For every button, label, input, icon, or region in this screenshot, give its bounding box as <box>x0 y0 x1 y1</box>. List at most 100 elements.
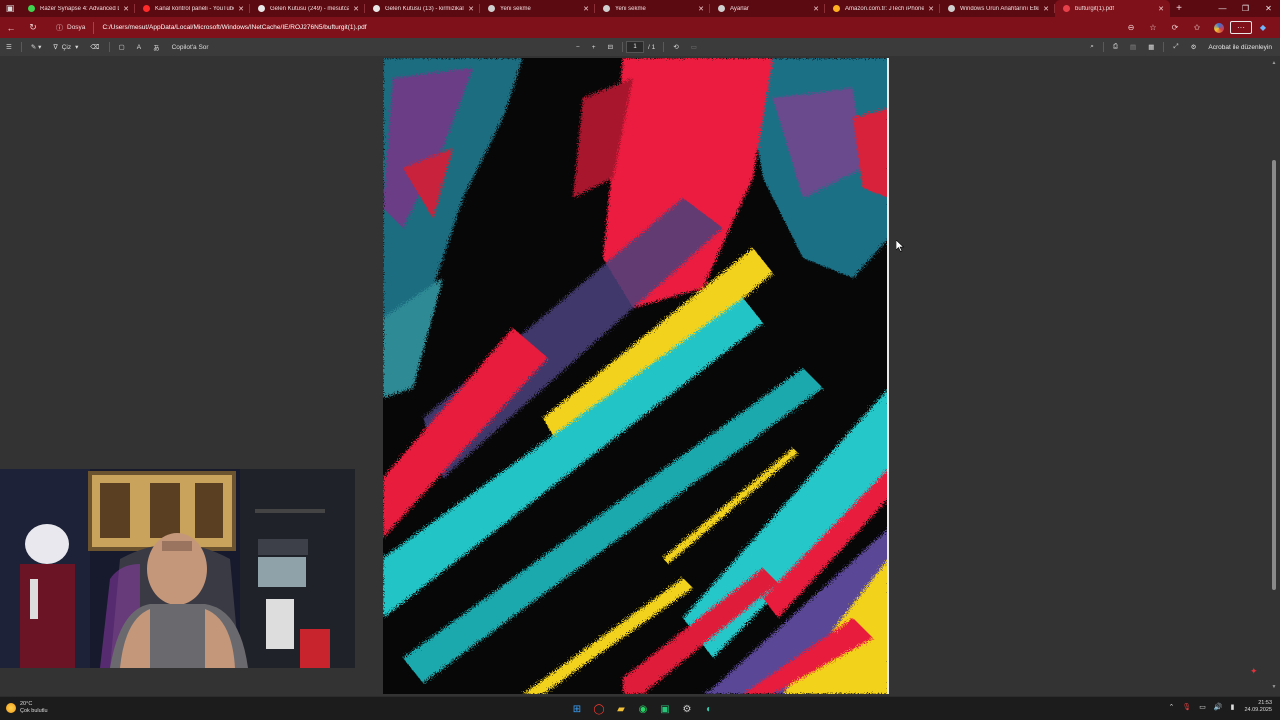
print-icon[interactable]: ⎙ <box>1107 38 1124 56</box>
read-aloud-icon[interactable]: A <box>131 38 147 56</box>
page-number-input[interactable]: 1 <box>626 41 645 53</box>
acrobat-edit-button[interactable]: Acrobat ile düzenleyin <box>1208 44 1272 51</box>
windows-start-icon[interactable]: ⊞ <box>566 701 588 717</box>
browser-tab[interactable]: Yeni sekme ✕ <box>480 0 595 17</box>
browser-tab[interactable]: bufturgit(1).pdf ✕ <box>1055 0 1170 17</box>
rotate-icon[interactable]: ⟲ <box>667 38 684 56</box>
pdf-settings-icon[interactable]: ⚙ <box>1185 38 1203 56</box>
vertical-scrollbar[interactable]: ▲ ▼ <box>1271 60 1277 690</box>
opera-browser-icon[interactable]: ◯ <box>588 701 610 717</box>
browser-tab[interactable]: Gelen Kutusu (13) - kirmizikalat ✕ <box>365 0 480 17</box>
weather-sun-icon <box>6 703 16 713</box>
search-icon[interactable]: ⌕ <box>1084 38 1100 56</box>
url-field[interactable]: ⓘ Dosya C:/Users/mesut/AppData/Local/Mic… <box>48 20 1108 36</box>
fit-page-icon[interactable]: ⊟ <box>602 38 619 56</box>
tab-favicon-icon <box>143 5 150 12</box>
browser-tab[interactable]: Gelen Kutusu (249) - mesutcan ✕ <box>250 0 365 17</box>
browser-tab[interactable]: Razer Synapse 4: Advanced De ✕ <box>20 0 135 17</box>
save-as-icon[interactable]: ▦ <box>1142 38 1160 56</box>
scroll-up-icon[interactable]: ▲ <box>1271 60 1277 66</box>
tab-close-icon[interactable]: ✕ <box>698 5 704 13</box>
tab-title: Windows Ürün Anahtarını Etkin <box>960 5 1040 12</box>
close-window-icon[interactable]: ✕ <box>1257 0 1280 17</box>
clock-time: 21:53 <box>1258 700 1272 706</box>
tab-strip: ▣ Razer Synapse 4: Advanced De ✕ Kanal kon… <box>0 0 1280 17</box>
zoom-in-icon[interactable]: + <box>586 38 602 56</box>
tab-favicon-icon <box>718 5 725 12</box>
xbox-app-icon[interactable]: ▣ <box>654 701 676 717</box>
file-explorer-icon[interactable]: ▰ <box>610 701 632 717</box>
fullscreen-icon[interactable]: ⤢ <box>1167 38 1184 56</box>
edge-browser-icon[interactable]: ◐ <box>698 701 720 717</box>
copilot-ask-button[interactable]: Copilot'a Sor <box>166 38 215 56</box>
network-icon[interactable]: ▭ <box>1199 703 1206 711</box>
tab-title: Gelen Kutusu (13) - kirmizikalat <box>385 5 465 12</box>
settings-gear-icon[interactable]: ⚙ <box>676 701 698 717</box>
scroll-down-icon[interactable]: ▼ <box>1271 684 1277 690</box>
tab-close-icon[interactable]: ✕ <box>583 5 589 13</box>
favorite-star-icon[interactable]: ☆ <box>1142 23 1164 32</box>
adobe-acrobat-icon[interactable]: ✦ <box>1250 666 1262 678</box>
window-controls: — ❐ ✕ <box>1211 0 1280 17</box>
tab-close-icon[interactable]: ✕ <box>238 5 244 13</box>
settings-menu-button[interactable]: ··· <box>1230 21 1252 34</box>
pdf-toolbar: ☰ ✎ ▾ ∇ Çiz ▾ ⌫ ▢ A あ Copilot'a Sor − + ⊟ … <box>0 38 1280 56</box>
browser-tab[interactable]: Ayarlar ✕ <box>710 0 825 17</box>
favorites-icon[interactable]: ✩ <box>1186 23 1208 32</box>
copilot-icon[interactable]: ◆ <box>1252 23 1274 32</box>
sync-icon[interactable]: ⟳ <box>1164 23 1186 32</box>
eraser-icon[interactable]: ⌫ <box>84 38 105 56</box>
save-icon[interactable]: ▤ <box>1124 38 1142 56</box>
url-text[interactable]: C:/Users/mesut/AppData/Local/Microsoft/W… <box>94 24 366 31</box>
mouse-cursor-icon <box>896 240 904 252</box>
zoom-out-icon[interactable]: − <box>570 38 586 56</box>
browser-tab[interactable]: Yeni sekme ✕ <box>595 0 710 17</box>
tab-close-icon[interactable]: ✕ <box>1158 5 1164 13</box>
file-chip[interactable]: ⓘ Dosya <box>48 21 95 34</box>
page-view-icon[interactable]: ▭ <box>685 38 703 56</box>
page-controls: − + ⊟ 1 / 1 ⟲ ▭ <box>570 38 703 56</box>
maximize-icon[interactable]: ❐ <box>1234 0 1257 17</box>
microphone-icon[interactable]: 🎙 <box>1182 703 1191 711</box>
scrollbar-thumb[interactable] <box>1272 160 1276 590</box>
divider <box>622 42 624 52</box>
volume-icon[interactable]: 🔊 <box>1214 703 1223 711</box>
divider <box>1102 42 1104 52</box>
tab-close-icon[interactable]: ✕ <box>353 5 359 13</box>
tray-chevron-up-icon[interactable]: ⌃ <box>1169 703 1175 711</box>
tab-close-icon[interactable]: ✕ <box>1043 5 1049 13</box>
weather-widget[interactable]: 20°C Çok bulutlu <box>6 701 48 715</box>
new-tab-button[interactable]: + <box>1170 3 1188 14</box>
draw-icon: ∇ <box>53 44 58 51</box>
tab-close-icon[interactable]: ✕ <box>813 5 819 13</box>
back-icon[interactable]: ← <box>0 23 22 33</box>
battery-icon[interactable]: ▮ <box>1231 703 1235 711</box>
refresh-icon[interactable]: ↻ <box>22 22 44 33</box>
whatsapp-icon[interactable]: ◉ <box>632 701 654 717</box>
pdf-page <box>383 58 889 694</box>
contents-icon[interactable]: ☰ <box>0 38 18 56</box>
tab-favicon-icon <box>948 5 955 12</box>
tab-actions-icon[interactable]: ▣ <box>0 0 20 17</box>
browser-tab[interactable]: Windows Ürün Anahtarını Etkin ✕ <box>940 0 1055 17</box>
divider <box>1163 42 1165 52</box>
address-bar: ← ↻ ⓘ Dosya C:/Users/mesut/AppData/Local… <box>0 17 1280 38</box>
translate-icon[interactable]: あ <box>147 38 166 56</box>
minimize-icon[interactable]: — <box>1211 0 1234 17</box>
tab-title: Yeni sekme <box>500 5 531 12</box>
highlight-icon[interactable]: ✎ ▾ <box>25 38 48 56</box>
zoom-icon[interactable]: ⊖ <box>1120 23 1142 32</box>
system-clock[interactable]: 21:53 24.09.2025 <box>1244 700 1272 714</box>
tab-close-icon[interactable]: ✕ <box>468 5 474 13</box>
tab-favicon-icon <box>258 5 265 12</box>
tab-title: Yeni sekme <box>615 5 646 12</box>
profile-avatar-icon[interactable] <box>1214 22 1224 33</box>
taskbar-apps: ⊞ ◯ ▰ ◉ ▣ ⚙ ◐ <box>566 701 720 717</box>
browser-tab[interactable]: Amazon.com.tr: JTech iPhone ✕ <box>825 0 940 17</box>
text-box-icon[interactable]: ▢ <box>113 38 131 56</box>
draw-button[interactable]: ∇ Çiz ▾ <box>47 38 84 56</box>
tab-close-icon[interactable]: ✕ <box>123 5 129 13</box>
browser-tab[interactable]: Kanal kontrol paneli - YouTube ✕ <box>135 0 250 17</box>
tab-close-icon[interactable]: ✕ <box>928 5 934 13</box>
tab-title: Kanal kontrol paneli - YouTube <box>155 5 235 12</box>
